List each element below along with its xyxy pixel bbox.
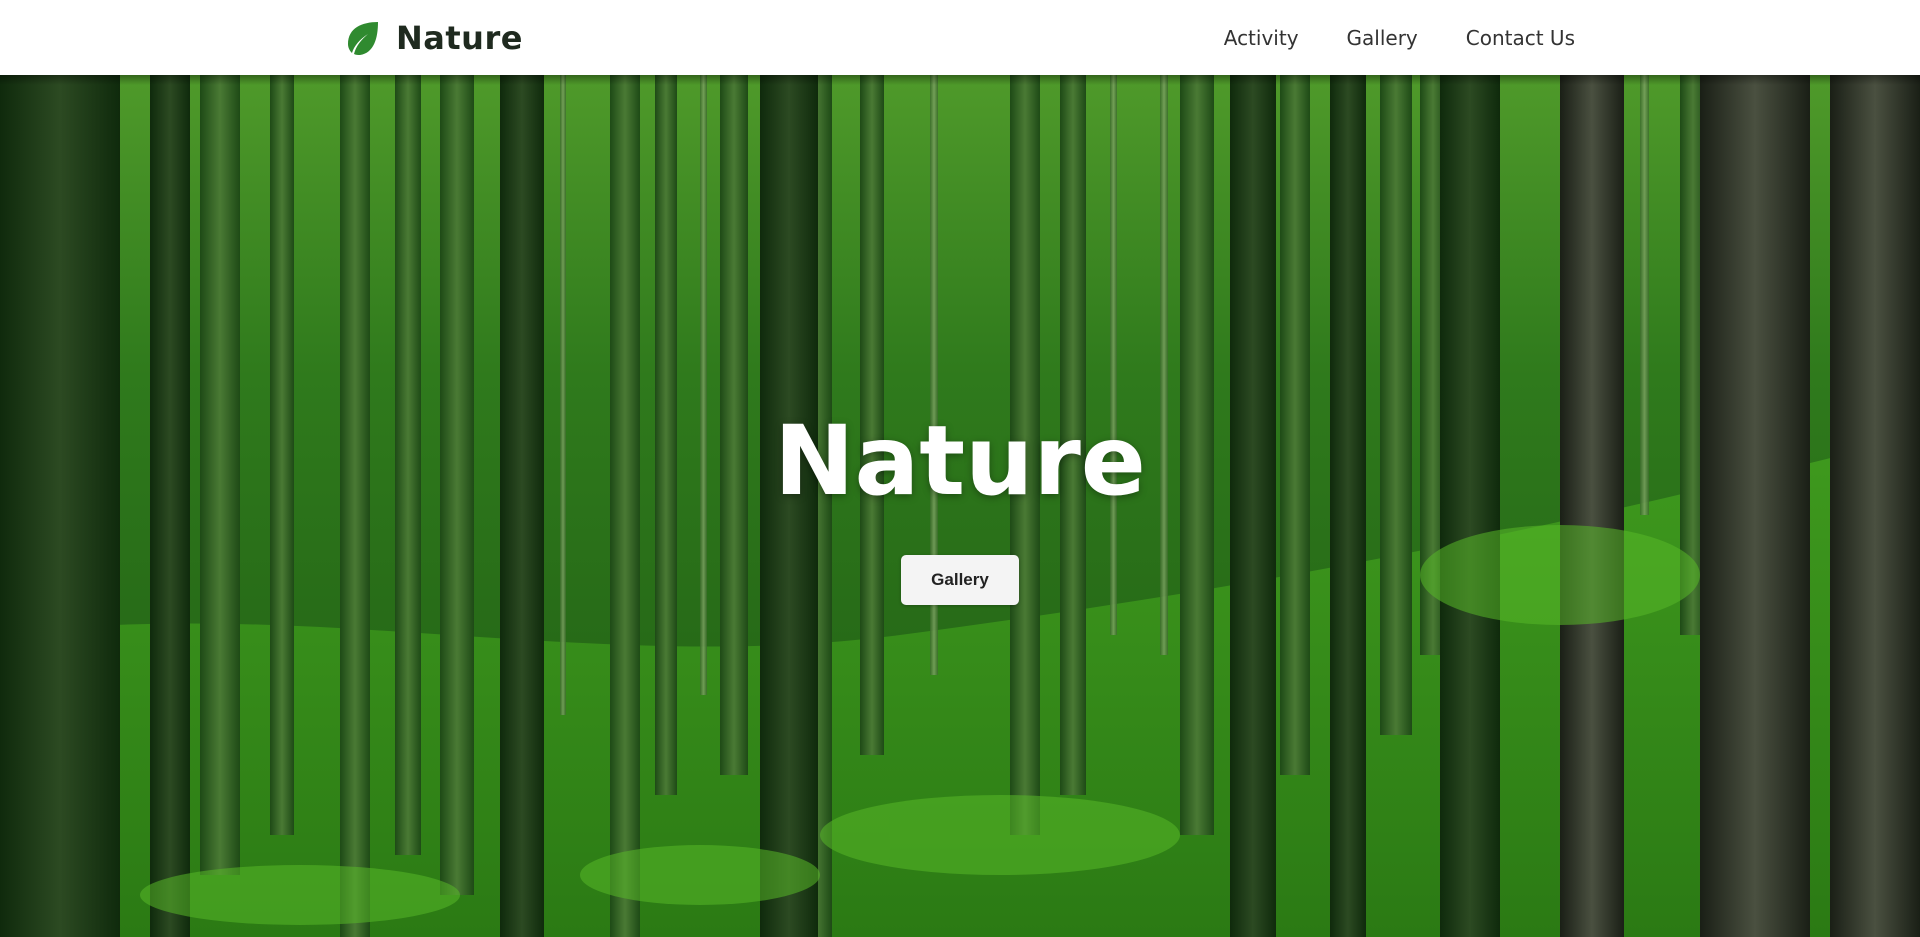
hero-section: Nature Gallery xyxy=(0,75,1920,937)
gallery-button[interactable]: Gallery xyxy=(901,555,1019,605)
leaf-icon xyxy=(342,18,382,58)
nav-link-activity[interactable]: Activity xyxy=(1224,26,1299,50)
navbar-shadow xyxy=(0,75,1920,85)
nav-link-gallery[interactable]: Gallery xyxy=(1347,26,1418,50)
hero-title: Nature xyxy=(774,405,1146,517)
brand-name: Nature xyxy=(396,19,523,57)
top-navbar: Nature Activity Gallery Contact Us xyxy=(0,0,1920,75)
nav-links: Activity Gallery Contact Us xyxy=(1176,0,1575,75)
nav-link-contact-us[interactable]: Contact Us xyxy=(1466,26,1575,50)
brand-logo[interactable]: Nature xyxy=(342,16,523,60)
